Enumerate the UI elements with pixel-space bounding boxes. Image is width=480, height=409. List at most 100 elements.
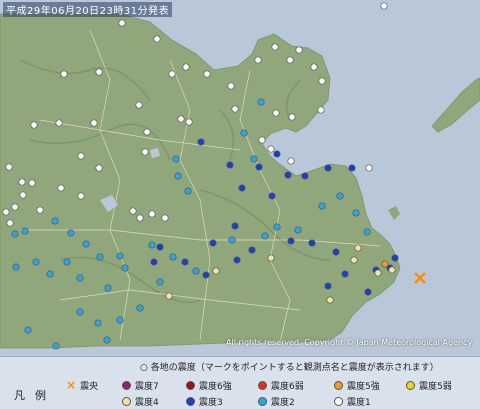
station-marker[interactable] <box>161 214 169 222</box>
station-marker[interactable] <box>284 171 292 179</box>
station-marker[interactable] <box>103 336 111 344</box>
station-marker[interactable] <box>116 252 124 260</box>
station-marker[interactable] <box>250 155 258 163</box>
station-marker[interactable] <box>391 254 399 262</box>
station-marker[interactable] <box>272 109 280 117</box>
station-marker[interactable] <box>6 219 14 227</box>
station-marker[interactable] <box>288 113 296 121</box>
station-marker[interactable] <box>258 136 266 144</box>
station-marker[interactable] <box>28 179 36 187</box>
station-marker[interactable] <box>77 192 85 200</box>
station-marker[interactable] <box>318 202 326 210</box>
station-marker[interactable] <box>238 184 246 192</box>
station-marker[interactable] <box>11 230 19 238</box>
station-marker[interactable] <box>148 210 156 218</box>
station-marker[interactable] <box>12 263 20 271</box>
station-marker[interactable] <box>267 145 275 153</box>
station-marker[interactable] <box>248 246 256 254</box>
station-marker[interactable] <box>51 217 59 225</box>
station-marker[interactable] <box>21 227 29 235</box>
station-marker[interactable] <box>156 278 164 286</box>
station-marker[interactable] <box>46 270 54 278</box>
station-marker[interactable] <box>336 192 344 200</box>
station-marker[interactable] <box>165 292 173 300</box>
station-marker[interactable] <box>94 319 102 327</box>
station-marker[interactable] <box>90 119 98 127</box>
station-marker[interactable] <box>287 157 295 165</box>
station-marker[interactable] <box>129 207 137 215</box>
station-marker[interactable] <box>174 172 182 180</box>
station-marker[interactable] <box>96 253 104 261</box>
station-marker[interactable] <box>19 191 27 199</box>
station-marker[interactable] <box>135 101 143 109</box>
station-marker[interactable] <box>82 240 90 248</box>
station-marker[interactable] <box>52 342 60 350</box>
station-marker[interactable] <box>212 267 220 275</box>
station-marker[interactable] <box>233 256 241 264</box>
station-marker[interactable] <box>5 163 13 171</box>
station-marker[interactable] <box>318 77 326 85</box>
station-marker[interactable] <box>254 56 262 64</box>
station-marker[interactable] <box>77 152 85 160</box>
station-marker[interactable] <box>202 271 210 279</box>
station-marker[interactable] <box>118 19 126 27</box>
station-marker[interactable] <box>168 70 176 78</box>
station-marker[interactable] <box>363 228 371 236</box>
station-marker[interactable] <box>76 308 84 316</box>
station-marker[interactable] <box>136 214 144 222</box>
station-marker[interactable] <box>136 304 144 312</box>
station-marker[interactable] <box>177 115 185 123</box>
station-marker[interactable] <box>116 316 124 324</box>
station-marker[interactable] <box>228 236 236 244</box>
station-marker[interactable] <box>121 264 129 272</box>
station-marker[interactable] <box>184 187 192 195</box>
station-marker[interactable] <box>268 192 276 200</box>
station-marker[interactable] <box>294 226 302 234</box>
station-marker[interactable] <box>18 178 26 186</box>
station-marker[interactable] <box>32 258 40 266</box>
station-marker[interactable] <box>326 296 334 304</box>
station-marker[interactable] <box>67 229 75 237</box>
station-marker[interactable] <box>185 118 193 126</box>
station-marker[interactable] <box>57 184 65 192</box>
station-marker[interactable] <box>352 209 360 217</box>
station-marker[interactable] <box>156 243 164 251</box>
station-marker[interactable] <box>240 129 248 137</box>
station-marker[interactable] <box>261 232 269 240</box>
station-marker[interactable] <box>63 258 71 266</box>
station-marker[interactable] <box>255 163 263 171</box>
station-marker[interactable] <box>374 269 382 277</box>
station-marker[interactable] <box>365 164 373 172</box>
station-marker[interactable] <box>143 128 151 136</box>
station-marker[interactable] <box>55 119 63 127</box>
station-marker[interactable] <box>182 63 190 71</box>
station-marker[interactable] <box>354 244 362 252</box>
station-marker[interactable] <box>267 254 275 262</box>
station-marker[interactable] <box>209 239 217 247</box>
station-marker[interactable] <box>95 68 103 76</box>
station-marker[interactable] <box>310 63 318 71</box>
station-marker[interactable] <box>295 46 303 54</box>
station-marker[interactable] <box>11 203 19 211</box>
station-marker[interactable] <box>227 82 235 90</box>
station-marker[interactable] <box>287 237 295 245</box>
station-marker[interactable] <box>76 274 84 282</box>
station-marker[interactable] <box>104 284 112 292</box>
station-marker[interactable] <box>141 148 149 156</box>
station-marker[interactable] <box>181 258 189 266</box>
station-marker[interactable] <box>332 248 340 256</box>
station-marker[interactable] <box>2 208 10 216</box>
station-marker[interactable] <box>24 326 32 334</box>
station-marker[interactable] <box>271 43 279 51</box>
station-marker[interactable] <box>381 260 389 268</box>
station-marker[interactable] <box>324 282 332 290</box>
station-marker[interactable] <box>348 164 356 172</box>
station-marker[interactable] <box>203 70 211 78</box>
station-marker[interactable] <box>226 161 234 169</box>
station-marker[interactable] <box>301 172 309 180</box>
station-marker[interactable] <box>172 155 180 163</box>
station-marker[interactable] <box>388 266 396 274</box>
station-marker[interactable] <box>364 288 372 296</box>
station-marker[interactable] <box>350 256 358 264</box>
station-marker[interactable] <box>231 222 239 230</box>
